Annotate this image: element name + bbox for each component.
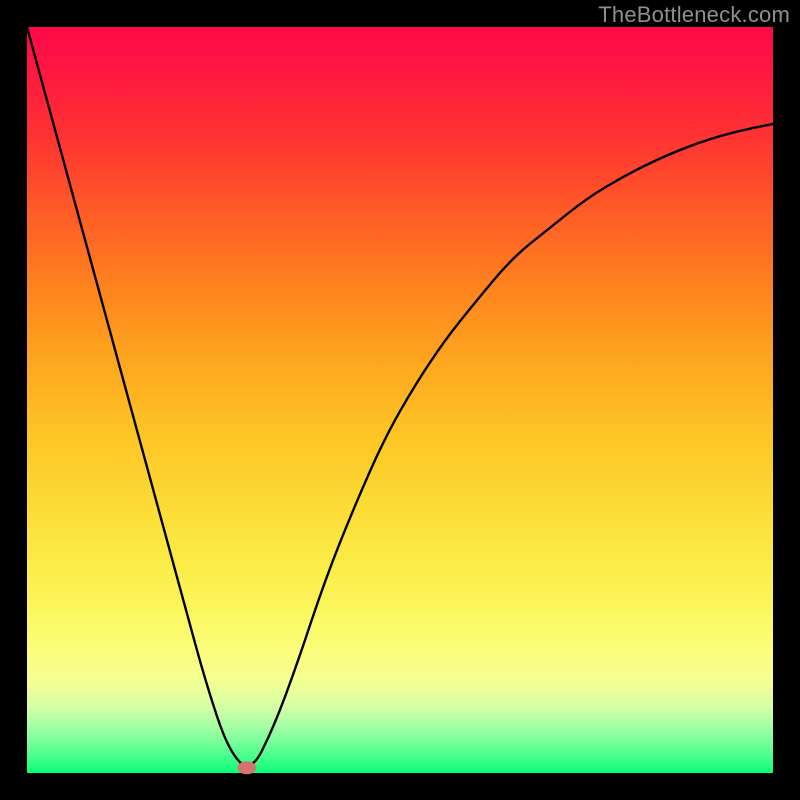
- plot-area: [27, 27, 773, 773]
- chart-stage: TheBottleneck.com: [0, 0, 800, 800]
- bottleneck-curve: [27, 27, 773, 766]
- watermark-text: TheBottleneck.com: [598, 2, 790, 28]
- curve-svg: [27, 27, 773, 773]
